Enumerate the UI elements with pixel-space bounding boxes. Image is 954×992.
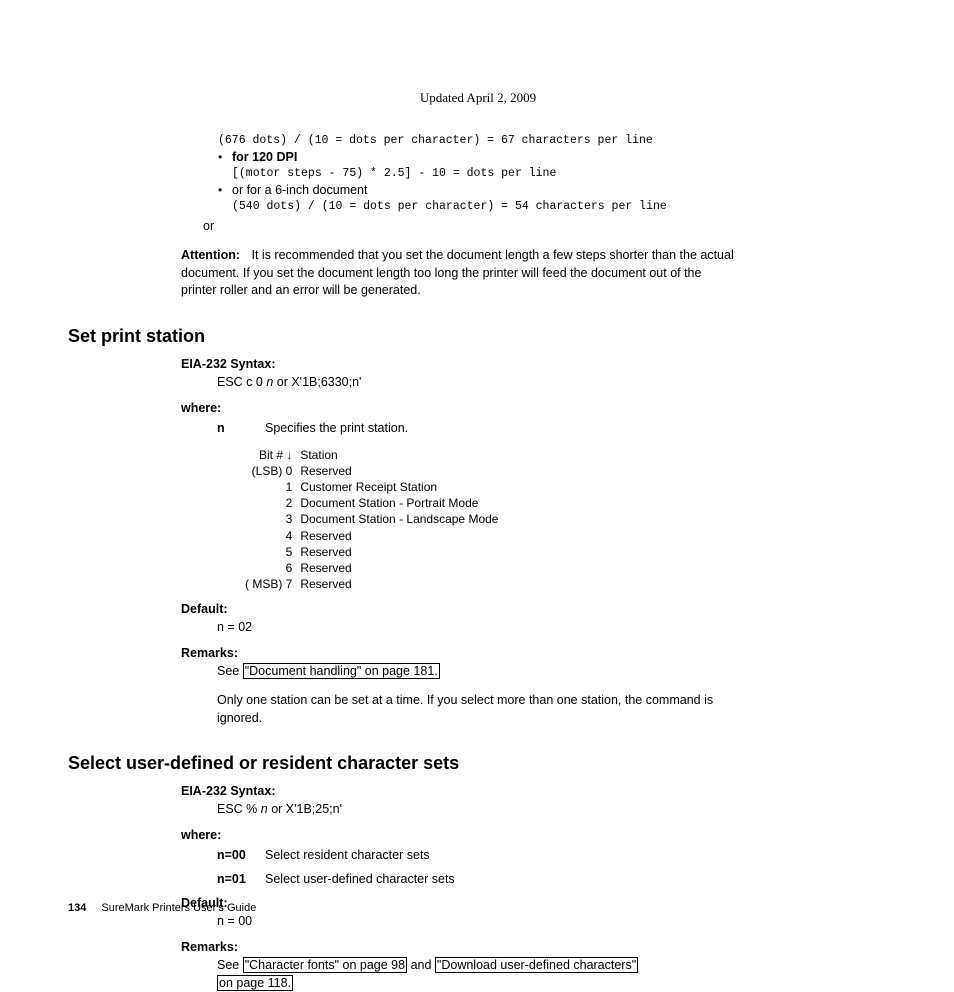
updated-date: Updated April 2, 2009 [328, 90, 628, 106]
bit-row-r: Reserved [296, 576, 502, 592]
bit-row-l: 4 [241, 528, 296, 544]
link-char-fonts[interactable]: "Character fonts" on page 98 [243, 957, 407, 973]
code-line-3: (540 dots) / (10 = dots per character) =… [232, 200, 778, 213]
remarks-label: Remarks: [181, 940, 741, 954]
footer-title: SureMark Printers User's Guide [101, 902, 256, 914]
page-content: Updated April 2, 2009 (676 dots) / (10 =… [68, 90, 888, 992]
default-label: Default: [181, 602, 741, 616]
bit-row-l: 5 [241, 544, 296, 560]
where-label: where: [181, 828, 741, 842]
link-download-chars-page[interactable]: on page 118. [217, 975, 293, 991]
remarks-extra: Only one station can be set at a time. I… [217, 691, 741, 727]
bullet-120dpi: for 120 DPI [232, 150, 297, 164]
link-download-chars[interactable]: "Download user-defined characters" [435, 957, 638, 973]
syntax-value: ESC % n or X'1B;25;n' [217, 800, 741, 818]
bit-row-r: Reserved [296, 560, 502, 576]
code-line-2: [(motor steps - 75) * 2.5] - 10 = dots p… [232, 167, 778, 180]
bullet-icon: • [218, 150, 232, 164]
bit-row-l: 2 [241, 495, 296, 511]
remarks-see: See [217, 664, 243, 678]
section1-body: EIA-232 Syntax: ESC c 0 n or X'1B;6330;n… [181, 357, 741, 727]
bit-header-right: Station [296, 447, 502, 463]
default-value: n = 00 [217, 912, 741, 930]
remarks-body: See "Document handling" on page 181. [217, 662, 741, 680]
bit-row-l: 1 [241, 479, 296, 495]
default-label: Default: [181, 896, 741, 910]
bit-row-r: Reserved [296, 528, 502, 544]
syntax-label: EIA-232 Syntax: [181, 784, 741, 798]
bullet-icon: • [218, 183, 232, 197]
param-n00-val: Select resident character sets [265, 848, 430, 862]
bit-header-left: Bit # ↓ [241, 447, 296, 463]
param-n-desc: Specifies the print station. [265, 421, 408, 435]
default-value: n = 02 [217, 618, 741, 636]
bit-row-l: ( MSB) 7 [241, 576, 296, 592]
syntax-value: ESC c 0 n or X'1B;6330;n' [217, 373, 741, 391]
where-label: where: [181, 401, 741, 415]
attention-text: It is recommended that you set the docum… [181, 248, 734, 297]
bit-row-r: Reserved [296, 544, 502, 560]
bit-row-r: Document Station - Portrait Mode [296, 495, 502, 511]
link-doc-handling[interactable]: "Document handling" on page 181. [243, 663, 440, 679]
bit-row-l: 3 [241, 511, 296, 527]
page-footer: 134 SureMark Printers User's Guide [68, 902, 256, 914]
param-n01-key: n=01 [217, 872, 265, 886]
attention-label: Attention: [181, 248, 240, 262]
bit-row-r: Customer Receipt Station [296, 479, 502, 495]
param-n00-key: n=00 [217, 848, 265, 862]
or-text: or [203, 219, 888, 233]
syntax-label: EIA-232 Syntax: [181, 357, 741, 371]
bit-row-r: Document Station - Landscape Mode [296, 511, 502, 527]
heading-select-charset: Select user-defined or resident characte… [68, 753, 888, 774]
param-n: n Specifies the print station. [217, 421, 741, 435]
remarks-label: Remarks: [181, 646, 741, 660]
remarks-see: See [217, 958, 243, 972]
bit-row-l: 6 [241, 560, 296, 576]
code-line-1: (676 dots) / (10 = dots per character) =… [218, 134, 778, 147]
bit-row-r: Reserved [296, 463, 502, 479]
bullet-6inch: or for a 6-inch document [232, 183, 368, 197]
top-calculations: (676 dots) / (10 = dots per character) =… [218, 134, 778, 213]
bit-table: Bit # ↓Station (LSB) 0Reserved 1Customer… [241, 447, 502, 593]
param-n00: n=00 Select resident character sets [217, 848, 741, 862]
remarks-body: See "Character fonts" on page 98 and "Do… [217, 956, 741, 992]
param-n-key: n [217, 421, 265, 435]
bit-row-l: (LSB) 0 [241, 463, 296, 479]
heading-set-print-station: Set print station [68, 326, 888, 347]
param-n01-val: Select user-defined character sets [265, 872, 455, 886]
section2-body: EIA-232 Syntax: ESC % n or X'1B;25;n' wh… [181, 784, 741, 992]
attention-note: Attention: It is recommended that you se… [181, 247, 736, 300]
param-n01: n=01 Select user-defined character sets [217, 872, 741, 886]
remarks-and: and [407, 958, 435, 972]
page-number: 134 [68, 902, 86, 914]
